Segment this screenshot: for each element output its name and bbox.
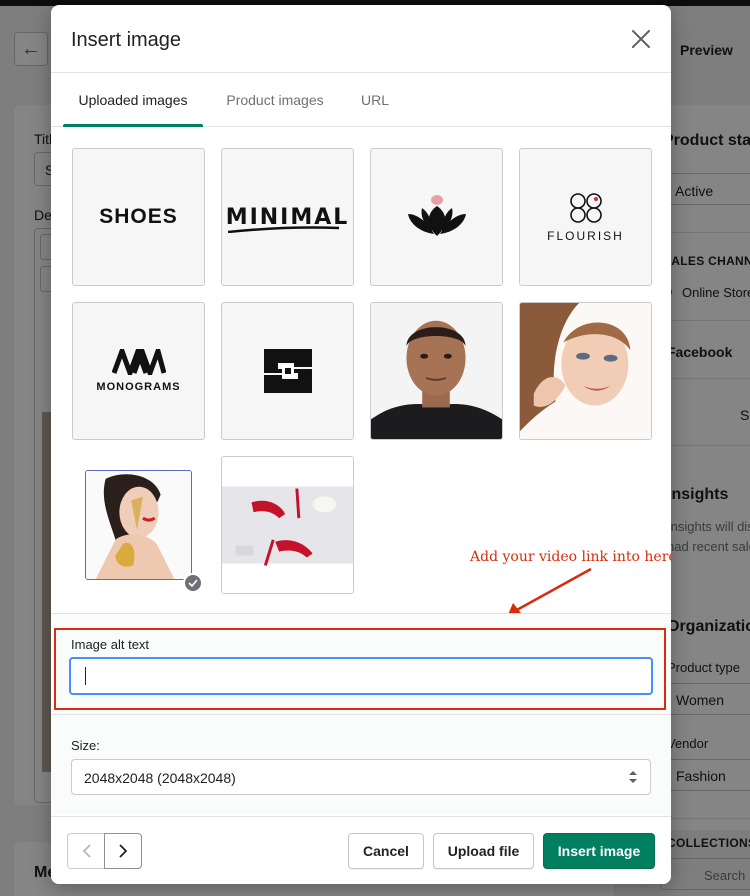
size-select[interactable]: 2048x2048 (2048x2048) [71,759,651,795]
upload-file-button[interactable]: Upload file [433,833,534,869]
text-cursor [85,667,86,685]
flourish-icon [569,193,602,223]
close-icon [632,30,650,48]
image-thumb-red-heels[interactable] [221,456,354,594]
alt-text-input[interactable] [69,657,653,695]
modal-header: Insert image [51,5,671,73]
select-chevron-icon [629,771,637,783]
image-thumb-shoes[interactable]: SHOES [72,148,205,286]
tab-product-images[interactable]: Product images [211,73,339,127]
modal-title: Insert image [71,29,182,51]
active-tab-indicator [63,124,203,127]
image-thumb-woman-makeup[interactable] [519,302,652,440]
shoes-logo: SHOES [99,205,178,228]
image-thumb-man-portrait[interactable] [370,302,503,440]
image-thumb-woman-gold[interactable] [85,470,192,580]
monograms-logo-text: MONOGRAMS [96,381,181,393]
checkmark-icon [188,579,198,587]
swoosh-icon [227,225,339,233]
size-selected-value: 2048x2048 (2048x2048) [84,770,236,786]
close-button[interactable] [625,23,657,55]
man-portrait-image [371,303,502,439]
cancel-button[interactable]: Cancel [348,833,424,869]
image-thumb-flourish[interactable]: FLOURISH [519,148,652,286]
modal-footer: Cancel Upload file Insert image [51,816,671,884]
image-thumb-minimal[interactable]: MINIMAL [221,148,354,286]
chevron-right-icon [119,844,127,858]
image-thumb-s-monogram[interactable] [221,302,354,440]
next-page-button[interactable] [104,833,142,869]
size-label: Size: [71,738,100,753]
lotus-icon [407,195,466,236]
tab-uploaded-images[interactable]: Uploaded images [63,73,203,127]
flourish-logo-text: FLOURISH [547,229,624,243]
woman-gold-image [86,471,191,579]
red-heels-image [222,457,353,593]
annotation-text: Add your video link into here [470,549,671,565]
insert-image-button[interactable]: Insert image [543,833,655,869]
monogram-mm-icon [111,349,166,375]
previous-page-button[interactable] [67,833,105,869]
minimal-logo: MINIMAL [226,205,350,233]
alt-text-label: Image alt text [71,637,150,652]
image-source-tabs: Uploaded images Product images URL [51,73,671,127]
selected-check-badge [183,573,203,593]
insert-image-modal: Insert image Uploaded images Product ima… [51,5,671,884]
image-thumb-lotus[interactable] [370,148,503,286]
chevron-left-icon [82,844,91,858]
woman-makeup-image [520,303,651,439]
image-thumb-monograms[interactable]: MONOGRAMS [72,302,205,440]
tab-url[interactable]: URL [351,73,399,127]
s-monogram-icon [263,349,312,393]
